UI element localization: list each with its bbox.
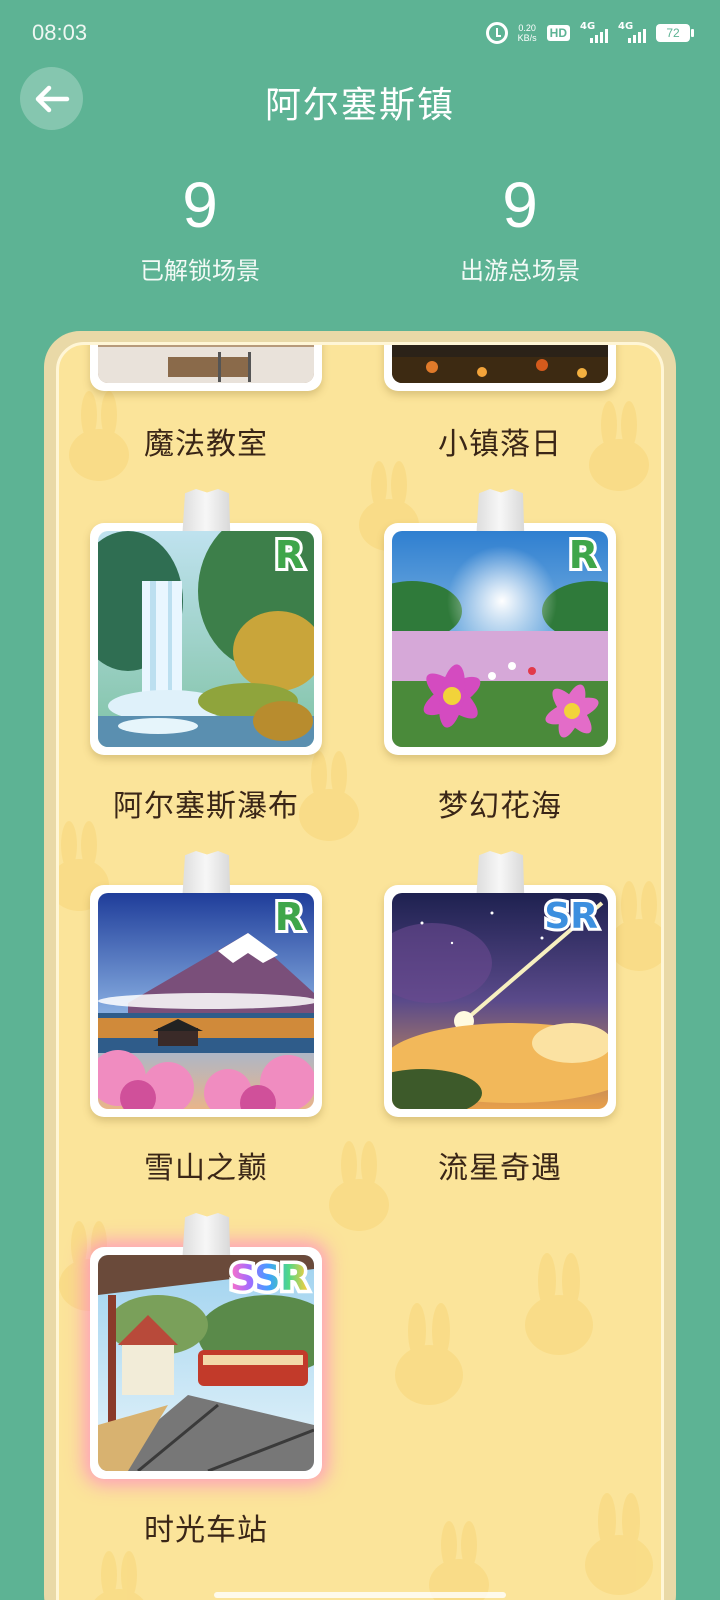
scene-card-town-sunset[interactable] bbox=[384, 345, 616, 391]
scene-name: 梦幻花海 bbox=[438, 789, 562, 824]
page-title: 阿尔塞斯镇 bbox=[264, 85, 455, 126]
unlocked-label: 已解锁场景 bbox=[140, 257, 260, 285]
total-label: 出游总场景 bbox=[460, 257, 580, 285]
scene-card-magic-classroom[interactable] bbox=[90, 345, 322, 391]
scene-name: 阿尔塞斯瀑布 bbox=[113, 789, 299, 824]
scene-album[interactable]: 魔法教室 小镇落日 R 阿尔塞斯瀑布 R 梦幻花海 R 雪山之巅 SR 流星奇遇… bbox=[56, 342, 664, 1600]
scene-card-snow-mountain[interactable]: R bbox=[90, 851, 322, 1117]
status-time: 08:03 bbox=[32, 20, 88, 45]
scene-name: 时光车站 bbox=[144, 1513, 268, 1548]
unlocked-count: 9 bbox=[182, 169, 218, 241]
status-bar: 08:03 0.20 KB/s HD 4G 4G 72 bbox=[0, 0, 720, 70]
scene-name: 魔法教室 bbox=[144, 427, 268, 462]
scene-card-waterfall[interactable]: R bbox=[90, 489, 322, 755]
rarity-badge: R bbox=[566, 532, 601, 578]
rarity-badge: R bbox=[272, 894, 307, 940]
scene-name: 小镇落日 bbox=[438, 427, 562, 462]
rarity-badge: R bbox=[272, 532, 307, 578]
net-speed: 0.20 KB/s bbox=[517, 23, 537, 43]
scene-name: 雪山之巅 bbox=[144, 1151, 268, 1186]
alarm-icon bbox=[485, 22, 508, 44]
scene-image bbox=[98, 345, 314, 383]
scene-name: 流星奇遇 bbox=[438, 1151, 562, 1186]
scene-card-time-station[interactable]: SSR SSR bbox=[90, 1213, 322, 1479]
scene-card-meteor[interactable]: SR bbox=[384, 851, 616, 1117]
total-stat: 9 出游总场景 bbox=[390, 165, 650, 286]
home-indicator[interactable] bbox=[214, 1592, 506, 1598]
unlocked-stat: 9 已解锁场景 bbox=[70, 165, 330, 286]
rarity-badge: SSR SSR bbox=[227, 1255, 312, 1302]
hd-icon: HD bbox=[546, 25, 570, 41]
battery-icon: 72 bbox=[656, 24, 694, 42]
scene-card-flower-sea[interactable]: R bbox=[384, 489, 616, 755]
status-icons: 0.20 KB/s HD 4G 4G 72 bbox=[485, 21, 694, 44]
scene-image bbox=[392, 345, 608, 383]
signal-icon: 4G bbox=[580, 21, 608, 43]
total-count: 9 bbox=[502, 169, 538, 241]
rarity-badge: SR bbox=[541, 894, 601, 940]
signal-icon-2: 4G bbox=[618, 21, 646, 43]
